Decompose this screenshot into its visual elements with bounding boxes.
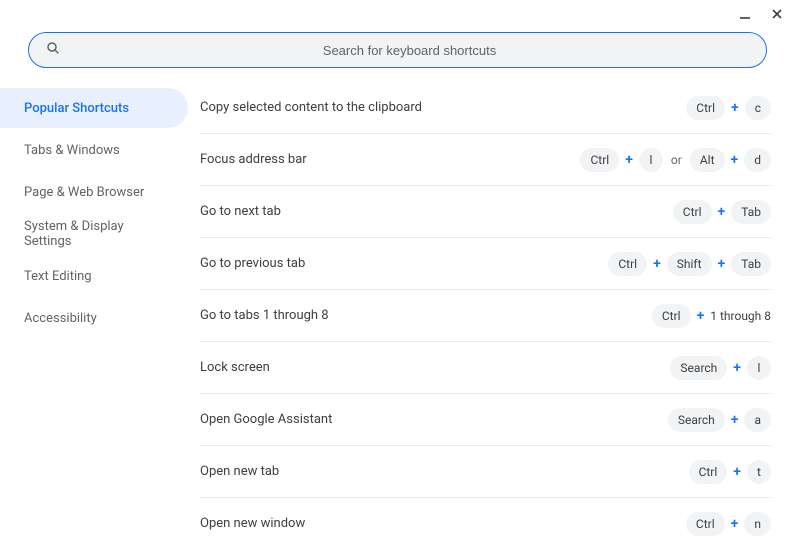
key-combo: Ctrl + t	[689, 460, 771, 484]
key: n	[744, 512, 771, 536]
key: Ctrl	[673, 200, 712, 224]
plus-icon: +	[718, 204, 726, 220]
key: t	[747, 460, 771, 484]
sidebar-item-2[interactable]: Page & Web Browser	[0, 172, 188, 212]
shortcut-row: Copy selected content to the clipboardCt…	[200, 82, 771, 134]
key: a	[744, 408, 771, 432]
shortcut-list: Copy selected content to the clipboardCt…	[200, 82, 795, 542]
sidebar-item-3[interactable]: System & Display Settings	[0, 214, 188, 254]
key: Tab	[731, 252, 771, 276]
shortcut-label: Open new tab	[200, 464, 689, 479]
key: Search	[670, 356, 727, 380]
sidebar-item-5[interactable]: Accessibility	[0, 298, 188, 338]
key-combo: Search + l	[670, 356, 771, 380]
key: Ctrl	[686, 512, 725, 536]
sidebar-item-0[interactable]: Popular Shortcuts	[0, 88, 188, 128]
sidebar-item-label: Popular Shortcuts	[24, 101, 129, 116]
sidebar-item-label: Tabs & Windows	[24, 143, 120, 158]
sidebar-item-label: System & Display Settings	[24, 219, 164, 249]
search-container	[0, 28, 795, 82]
plus-icon: +	[625, 152, 633, 168]
shortcut-label: Go to previous tab	[200, 256, 608, 271]
close-button[interactable]	[767, 4, 787, 24]
key: Ctrl	[580, 148, 619, 172]
shortcut-label: Focus address bar	[200, 152, 580, 167]
key: Ctrl	[689, 460, 728, 484]
key-combo: Ctrl + n	[686, 512, 771, 536]
key: Search	[668, 408, 725, 432]
shortcut-row: Go to previous tabCtrl + Shift + Tab	[200, 238, 771, 290]
shortcut-row: Focus address barCtrl + lor Alt + d	[200, 134, 771, 186]
sidebar: Popular Shortcuts Tabs & Windows Page & We…	[0, 82, 200, 542]
plus-icon: +	[733, 360, 741, 376]
shortcut-row: Open new tabCtrl + t	[200, 446, 771, 498]
key-combo: Search + a	[668, 408, 771, 432]
shortcut-row: Go to next tabCtrl + Tab	[200, 186, 771, 238]
search-bar[interactable]	[28, 32, 767, 68]
combo-separator: or	[669, 153, 684, 167]
minimize-button[interactable]	[735, 4, 755, 24]
plus-icon: +	[731, 152, 739, 168]
shortcut-row: Open new windowCtrl + n	[200, 498, 771, 542]
plus-icon: +	[731, 100, 739, 116]
key-combo: Ctrl + Shift + Tab	[608, 252, 771, 276]
key: d	[744, 148, 771, 172]
shortcut-label: Open Google Assistant	[200, 412, 668, 427]
plus-icon: +	[697, 308, 705, 324]
search-input[interactable]	[69, 43, 750, 58]
shortcut-label: Open new window	[200, 516, 686, 531]
shortcut-label: Copy selected content to the clipboard	[200, 100, 686, 115]
key: c	[745, 96, 771, 120]
key: Shift	[667, 252, 712, 276]
key: Ctrl	[608, 252, 647, 276]
titlebar	[0, 0, 795, 28]
plus-icon: +	[731, 516, 739, 532]
plus-icon: +	[653, 256, 661, 272]
key-combo: Ctrl + Tab	[673, 200, 771, 224]
key-combo: Ctrl +1 through 8	[652, 304, 771, 328]
key: Tab	[731, 200, 771, 224]
key-combo: Ctrl + lor Alt + d	[580, 148, 771, 172]
shortcut-label: Go to next tab	[200, 204, 673, 219]
shortcut-row: Lock screenSearch + l	[200, 342, 771, 394]
key: Ctrl	[652, 304, 691, 328]
sidebar-item-1[interactable]: Tabs & Windows	[0, 130, 188, 170]
search-icon	[45, 40, 61, 60]
plus-icon: +	[718, 256, 726, 272]
key: Ctrl	[686, 96, 725, 120]
plus-icon: +	[733, 464, 741, 480]
sidebar-item-label: Text Editing	[24, 269, 92, 284]
sidebar-item-4[interactable]: Text Editing	[0, 256, 188, 296]
key: l	[639, 148, 663, 172]
sidebar-item-label: Accessibility	[24, 311, 97, 326]
key: l	[747, 356, 771, 380]
shortcut-row: Go to tabs 1 through 8Ctrl +1 through 8	[200, 290, 771, 342]
shortcut-label: Go to tabs 1 through 8	[200, 308, 652, 323]
sidebar-item-label: Page & Web Browser	[24, 185, 144, 200]
shortcut-row: Open Google AssistantSearch + a	[200, 394, 771, 446]
shortcut-label: Lock screen	[200, 360, 670, 375]
key-combo: Ctrl + c	[686, 96, 771, 120]
content: Popular Shortcuts Tabs & Windows Page & We…	[0, 82, 795, 542]
key-range: 1 through 8	[710, 309, 771, 323]
key: Alt	[690, 148, 725, 172]
plus-icon: +	[731, 412, 739, 428]
